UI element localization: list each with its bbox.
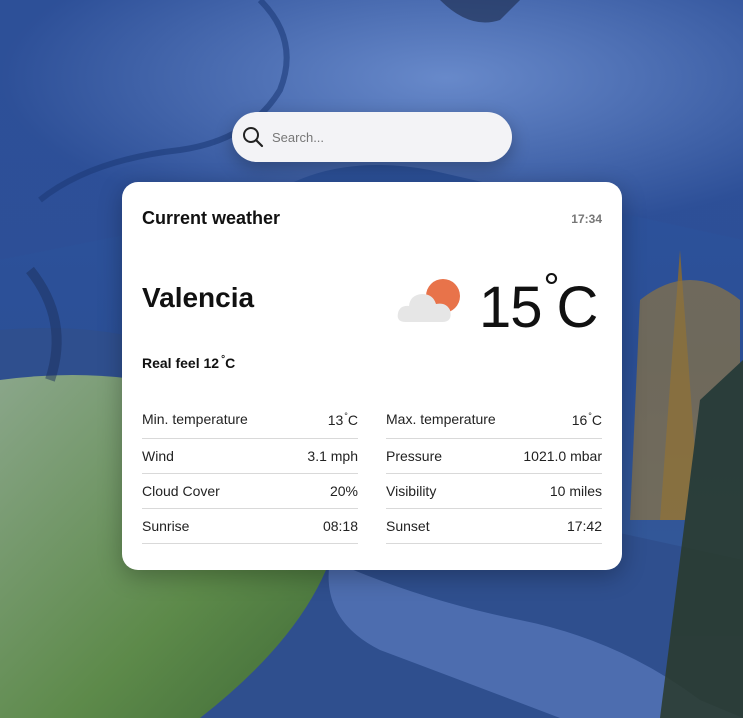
temperature-value: 15 <box>479 275 543 340</box>
detail-value: 16°C <box>572 411 602 428</box>
search-icon[interactable] <box>241 125 265 149</box>
detail-label: Sunset <box>386 518 430 534</box>
details-left-column: Min. temperature 13°C Wind 3.1 mph Cloud… <box>142 400 358 544</box>
min-temp-unit: C <box>347 411 358 428</box>
detail-row-visibility: Visibility 10 miles <box>386 474 602 509</box>
detail-row-min-temperature: Min. temperature 13°C <box>142 400 358 439</box>
detail-value: 17:42 <box>566 518 602 534</box>
detail-label: Cloud Cover <box>142 483 220 499</box>
max-temp-unit: C <box>591 411 602 428</box>
detail-label: Pressure <box>386 448 443 464</box>
real-feel: Real feel 12 °C <box>142 354 235 371</box>
temperature-unit: C <box>556 275 599 340</box>
search-input[interactable] <box>272 124 497 150</box>
city-name: Valencia <box>142 282 255 313</box>
detail-label: Wind <box>142 448 174 464</box>
current-time: 17:34 <box>571 212 602 226</box>
detail-label: Visibility <box>386 483 437 499</box>
detail-value: 3.1 mph <box>307 448 358 464</box>
detail-value: 08:18 <box>322 518 358 534</box>
detail-label: Sunrise <box>142 518 190 534</box>
real-feel-text: Real feel 12 <box>142 355 220 371</box>
partly-cloudy-icon <box>397 279 460 322</box>
search-bar[interactable] <box>232 112 512 162</box>
real-feel-unit: C <box>225 355 236 371</box>
detail-row-wind: Wind 3.1 mph <box>142 439 358 474</box>
current-temperature: 15°C <box>479 268 599 340</box>
detail-row-sunset: Sunset 17:42 <box>386 509 602 544</box>
detail-value: 1021.0 mbar <box>523 448 602 464</box>
details-right-column: Max. temperature 16°C Pressure 1021.0 mb… <box>386 400 602 544</box>
weather-card: Current weather 17:34 Valencia 15°C Real… <box>122 182 622 570</box>
detail-row-pressure: Pressure 1021.0 mbar <box>386 439 602 474</box>
detail-label: Max. temperature <box>386 411 496 427</box>
max-temp-value: 16 <box>571 411 588 428</box>
detail-value: 10 miles <box>549 483 602 499</box>
detail-row-max-temperature: Max. temperature 16°C <box>386 400 602 439</box>
detail-label: Min. temperature <box>142 411 248 427</box>
detail-row-sunrise: Sunrise 08:18 <box>142 509 358 544</box>
detail-row-cloud-cover: Cloud Cover 20% <box>142 474 358 509</box>
card-title: Current weather <box>142 208 281 228</box>
detail-value: 13°C <box>328 411 358 428</box>
min-temp-value: 13 <box>327 411 344 428</box>
detail-value: 20% <box>329 483 358 499</box>
